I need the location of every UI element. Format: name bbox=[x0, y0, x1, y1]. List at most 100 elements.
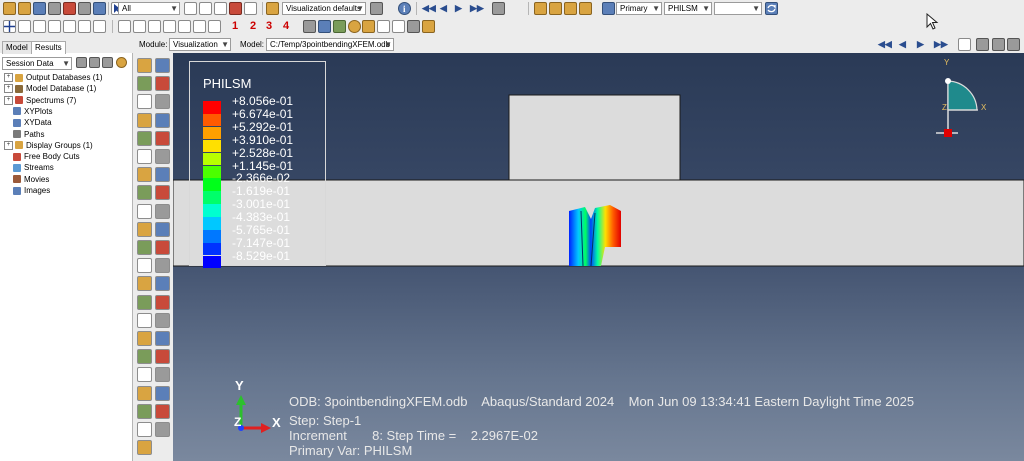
toolbox-tool-icon[interactable] bbox=[137, 276, 152, 292]
tab-model[interactable]: Model bbox=[2, 41, 32, 54]
save-icon[interactable] bbox=[33, 2, 46, 15]
tab-results[interactable]: Results bbox=[31, 41, 66, 54]
auto-fit-icon[interactable] bbox=[78, 20, 91, 33]
back-view-icon[interactable] bbox=[133, 20, 146, 33]
toolbox-tool-icon[interactable] bbox=[137, 367, 152, 383]
toolbox-tool-icon[interactable] bbox=[155, 258, 170, 274]
toolbox-tool-icon[interactable] bbox=[137, 440, 152, 456]
pointer-tool-icon[interactable] bbox=[362, 20, 375, 33]
field-variable-combo[interactable]: PHILSM ▼ bbox=[664, 2, 712, 15]
toolbox-tool-icon[interactable] bbox=[137, 403, 152, 419]
undeformed-shape-icon[interactable] bbox=[534, 2, 547, 15]
viewport[interactable]: Y Z X PHILSM +8.056e-01 +6.674e-01 +5.292e… bbox=[173, 53, 1024, 461]
print-icon[interactable] bbox=[48, 2, 61, 15]
query-icon[interactable] bbox=[407, 20, 420, 33]
expand-icon[interactable]: + bbox=[4, 140, 13, 150]
select-red-icon[interactable] bbox=[229, 2, 242, 15]
tree-item[interactable]: Images bbox=[4, 185, 50, 196]
step-select-icon[interactable] bbox=[958, 38, 971, 51]
left-view-icon[interactable] bbox=[178, 20, 191, 33]
visualization-options-icon[interactable] bbox=[266, 2, 279, 15]
toolbox-tool-icon[interactable] bbox=[155, 294, 170, 310]
expand-icon[interactable]: + bbox=[4, 84, 13, 94]
tree-item[interactable]: Movies bbox=[4, 174, 49, 185]
iso-view-icon[interactable] bbox=[208, 20, 221, 33]
selection-filter-combo[interactable]: All ▼ bbox=[118, 2, 180, 15]
toolbox-tool-icon[interactable] bbox=[155, 422, 170, 437]
toolbox-tool-icon[interactable] bbox=[137, 130, 152, 146]
toolbox-tool-icon[interactable] bbox=[155, 203, 170, 219]
contour-deformed-icon[interactable] bbox=[579, 2, 592, 15]
contour-plot-icon[interactable] bbox=[564, 2, 577, 15]
component-combo[interactable]: ▼ bbox=[714, 2, 762, 15]
top-view-icon[interactable] bbox=[148, 20, 161, 33]
tree-item[interactable]: Streams bbox=[4, 162, 54, 173]
toolbox-tool-icon[interactable] bbox=[137, 76, 152, 92]
toolbox-tool-icon[interactable] bbox=[137, 149, 152, 164]
animation-options-icon[interactable] bbox=[492, 2, 505, 15]
bottom-view-icon[interactable] bbox=[163, 20, 176, 33]
toolbox-tool-icon[interactable] bbox=[137, 312, 152, 328]
toolbox-tool-icon[interactable] bbox=[155, 185, 170, 201]
render-style-icon[interactable] bbox=[370, 2, 383, 15]
toolbox-tool-icon[interactable] bbox=[137, 422, 152, 437]
views-icon[interactable] bbox=[422, 20, 435, 33]
front-view-icon[interactable] bbox=[118, 20, 131, 33]
toolbox-tool-icon[interactable] bbox=[155, 367, 170, 383]
select-circle-icon[interactable] bbox=[199, 2, 212, 15]
session-data-combo[interactable]: Session Data ▼ bbox=[2, 57, 72, 70]
toolbox-tool-icon[interactable] bbox=[155, 385, 170, 401]
info-icon[interactable]: i bbox=[398, 2, 411, 15]
magnify-icon[interactable] bbox=[33, 20, 46, 33]
toolbox-tool-icon[interactable] bbox=[155, 149, 170, 164]
tree-item[interactable]: + Display Groups (1) bbox=[4, 140, 93, 151]
cut-icon[interactable] bbox=[63, 2, 76, 15]
first-step-icon[interactable]: ◀◀ bbox=[878, 39, 892, 50]
expand-icon[interactable]: + bbox=[4, 73, 13, 82]
rotate-view-icon[interactable] bbox=[18, 20, 31, 33]
toolbox-tool-icon[interactable] bbox=[155, 221, 170, 237]
tree-item[interactable]: Free Body Cuts bbox=[4, 151, 80, 162]
redo-icon[interactable] bbox=[392, 20, 405, 33]
loading-block[interactable] bbox=[508, 94, 681, 181]
toolbox-tool-icon[interactable] bbox=[155, 130, 170, 146]
toolbox-tool-icon[interactable] bbox=[155, 349, 170, 365]
last-step-icon[interactable]: ▶▶ bbox=[934, 39, 948, 50]
new-file-icon[interactable] bbox=[3, 2, 16, 15]
tree-item[interactable]: + Output Databases (1) bbox=[4, 72, 102, 83]
box-zoom-icon[interactable] bbox=[63, 20, 76, 33]
toolbox-tool-icon[interactable] bbox=[155, 312, 170, 328]
toolbox-tool-icon[interactable] bbox=[137, 240, 152, 255]
movie-icon[interactable] bbox=[1007, 38, 1020, 51]
tree-options-icon[interactable] bbox=[89, 57, 100, 68]
toolbox-tool-icon[interactable] bbox=[137, 185, 152, 201]
previous-step-icon[interactable]: ◀ bbox=[899, 39, 906, 50]
play-icon[interactable]: ▶ bbox=[455, 3, 462, 14]
toolbox-tool-icon[interactable] bbox=[155, 403, 170, 419]
deformed-shape-icon[interactable] bbox=[549, 2, 562, 15]
toolbox-tool-icon[interactable] bbox=[137, 294, 152, 310]
cycle-view-icon[interactable] bbox=[93, 20, 106, 33]
toolbox-tool-icon[interactable] bbox=[137, 203, 152, 219]
wireframe-icon[interactable] bbox=[318, 20, 331, 33]
next-step-icon[interactable]: ▶ bbox=[917, 39, 924, 50]
toolbox-tool-icon[interactable] bbox=[155, 276, 170, 292]
toolbox-tool-icon[interactable] bbox=[137, 385, 152, 401]
toolbox-tool-icon[interactable] bbox=[137, 94, 152, 110]
tree-collapse-icon[interactable] bbox=[102, 57, 113, 68]
first-frame-icon[interactable]: ◀◀ bbox=[422, 3, 436, 14]
field-output-icon[interactable] bbox=[602, 2, 615, 15]
last-frame-icon[interactable]: ▶▶ bbox=[470, 3, 484, 14]
module-combo[interactable]: Visualization ▼ bbox=[169, 38, 231, 51]
filter-icon[interactable] bbox=[76, 57, 87, 68]
display-group-icon[interactable] bbox=[303, 20, 316, 33]
model-combo[interactable]: C:/Temp/3pointbendingXFEM.odb ▼ bbox=[266, 38, 394, 51]
shaded-icon[interactable] bbox=[348, 20, 361, 33]
copy-icon[interactable] bbox=[78, 2, 91, 15]
toolbox-tool-icon[interactable] bbox=[137, 58, 152, 73]
tree-item[interactable]: + Spectrums (7) bbox=[4, 95, 76, 106]
open-folder-icon[interactable] bbox=[18, 2, 31, 15]
partition-1[interactable]: 1 bbox=[232, 20, 238, 32]
undo-icon[interactable] bbox=[377, 20, 390, 33]
hidden-line-icon[interactable] bbox=[333, 20, 346, 33]
